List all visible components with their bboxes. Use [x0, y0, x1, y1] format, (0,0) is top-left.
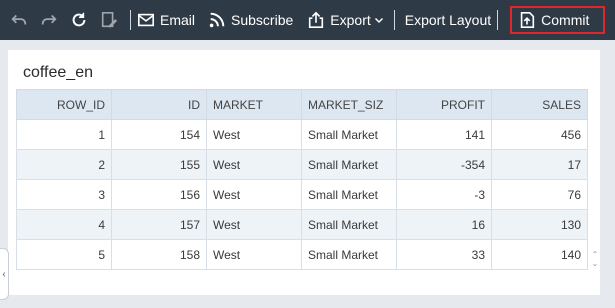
cell-market-size[interactable]: Small Market: [301, 119, 397, 150]
export-icon: [309, 11, 324, 29]
refresh-icon[interactable]: [64, 0, 94, 40]
cell-id[interactable]: 154: [111, 119, 207, 150]
column-header-row-id[interactable]: ROW_ID: [16, 89, 112, 120]
commit-label: Commit: [541, 12, 590, 28]
column-header-sales[interactable]: SALES: [491, 89, 588, 120]
table-row: 1 154 West Small Market 141 456: [16, 119, 588, 150]
cell-sales[interactable]: 17: [491, 149, 588, 180]
subscribe-label: Subscribe: [231, 12, 294, 28]
cell-market[interactable]: West: [206, 179, 302, 210]
table-panel: coffee_en ROW_ID ID MARKET MARKET_SIZ PR…: [8, 50, 600, 295]
cell-profit[interactable]: 16: [396, 209, 492, 240]
chevron-down-icon: [374, 17, 383, 24]
email-label: Email: [160, 12, 196, 28]
data-table: ROW_ID ID MARKET MARKET_SIZ PROFIT SALES…: [16, 89, 588, 270]
toolbar-divider: [130, 10, 131, 30]
commit-icon: [520, 11, 535, 29]
column-header-market-size[interactable]: MARKET_SIZ: [301, 89, 397, 120]
cell-row-id[interactable]: 5: [16, 239, 112, 270]
cell-market[interactable]: West: [206, 119, 302, 150]
table-row: 2 155 West Small Market -354 17: [16, 149, 588, 180]
cell-profit[interactable]: 33: [396, 239, 492, 270]
column-header-market[interactable]: MARKET: [206, 89, 302, 120]
column-header-profit[interactable]: PROFIT: [396, 89, 492, 120]
column-header-id[interactable]: ID: [111, 89, 207, 120]
table-row: 5 158 West Small Market 33 140: [16, 239, 588, 270]
export-dropdown[interactable]: Export: [307, 0, 383, 40]
collapse-panel-handle[interactable]: ‹: [0, 248, 9, 300]
cell-row-id[interactable]: 1: [16, 119, 112, 150]
cell-market-size[interactable]: Small Market: [301, 149, 397, 180]
cell-profit[interactable]: -354: [396, 149, 492, 180]
cell-market-size[interactable]: Small Market: [301, 179, 397, 210]
cell-id[interactable]: 156: [111, 179, 207, 210]
cell-id[interactable]: 158: [111, 239, 207, 270]
subscribe-button[interactable]: Subscribe: [208, 0, 293, 40]
cell-sales[interactable]: 140: [491, 239, 588, 270]
table-row: 4 157 West Small Market 16 130: [16, 209, 588, 240]
cell-row-id[interactable]: 2: [16, 149, 112, 180]
chevron-down-icon: ⌄: [591, 259, 599, 268]
table-header-row: ROW_ID ID MARKET MARKET_SIZ PROFIT SALES: [16, 89, 588, 120]
cell-id[interactable]: 155: [111, 149, 207, 180]
cell-sales[interactable]: 130: [491, 209, 588, 240]
toolbar-divider: [393, 10, 395, 30]
export-label: Export: [330, 12, 371, 28]
export-layout-button[interactable]: Export Layout: [405, 0, 491, 40]
cell-row-id[interactable]: 4: [16, 209, 112, 240]
scroll-arrows[interactable]: ⌃ ⌄: [590, 248, 600, 270]
toolbar: Email Subscribe Export Export Layout Com…: [0, 0, 615, 40]
toolbar-divider: [497, 10, 499, 30]
email-icon: [137, 13, 155, 27]
commit-button[interactable]: Commit: [510, 6, 606, 34]
cell-profit[interactable]: 141: [396, 119, 492, 150]
table-title: coffee_en: [23, 64, 93, 81]
email-button[interactable]: Email: [137, 0, 195, 40]
rss-icon: [209, 12, 225, 28]
cell-profit[interactable]: -3: [396, 179, 492, 210]
table-row: 3 156 West Small Market -3 76: [16, 179, 588, 210]
chevron-up-icon: ⌃: [591, 250, 599, 259]
chevron-left-icon: ‹: [2, 268, 6, 280]
cell-id[interactable]: 157: [111, 209, 207, 240]
export-layout-label: Export Layout: [404, 12, 492, 28]
redo-icon[interactable]: [34, 0, 64, 40]
edit-icon[interactable]: [94, 0, 124, 40]
cell-market[interactable]: West: [206, 149, 302, 180]
cell-sales[interactable]: 456: [491, 119, 588, 150]
cell-market[interactable]: West: [206, 209, 302, 240]
cell-market-size[interactable]: Small Market: [301, 239, 397, 270]
cell-market-size[interactable]: Small Market: [301, 209, 397, 240]
undo-icon[interactable]: [4, 0, 34, 40]
cell-sales[interactable]: 76: [491, 179, 588, 210]
cell-market[interactable]: West: [206, 239, 302, 270]
cell-row-id[interactable]: 3: [16, 179, 112, 210]
